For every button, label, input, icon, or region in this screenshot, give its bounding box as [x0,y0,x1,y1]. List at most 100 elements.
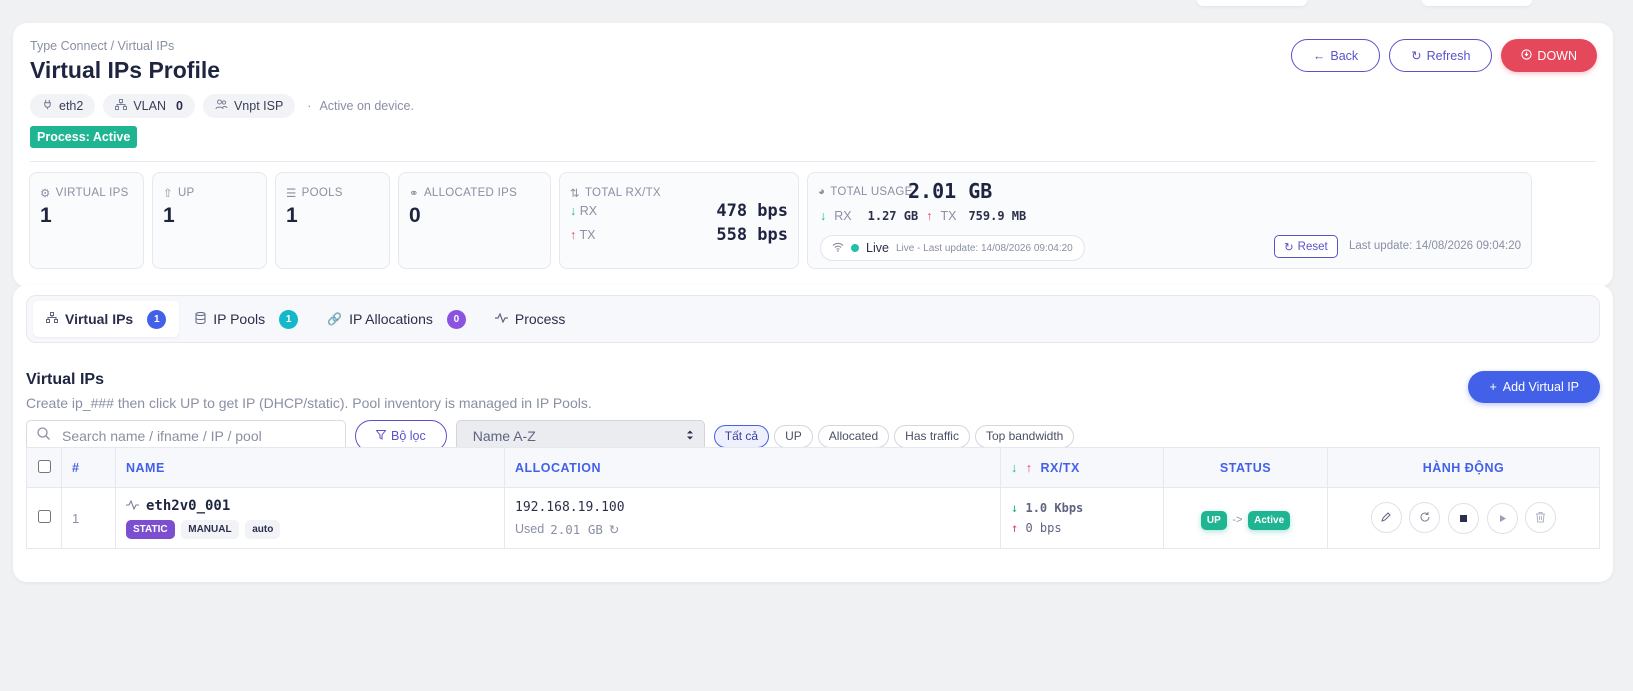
stop-icon [1460,515,1467,523]
trash-icon [1536,512,1546,523]
rx-label: RX [579,204,598,218]
live-indicator: Live Live - Last update: 14/08/2026 09:0… [820,235,1085,261]
filter-chip-allocated[interactable]: Allocated [817,424,890,448]
refresh-button[interactable]: ↻ Refresh [1389,39,1493,72]
top-edge-tab [1422,0,1532,6]
row-name-cell: eth2v0_001 STATIC MANUAL auto [115,487,505,549]
stop-button[interactable] [1448,503,1479,535]
down-label: DOWN [1537,48,1577,63]
database-icon: ☰ [286,188,297,200]
refresh-icon [1420,512,1430,522]
play-icon [1499,515,1506,523]
used-label: Used [515,522,545,536]
vlan-label: VLAN [133,99,166,113]
stat-total-usage: ◕ TOTAL USAGE 2.01 GB ↓ RX 1.27 GB ↑ TX 7… [807,172,1532,269]
vip-name[interactable]: eth2v0_001 [146,498,230,514]
stat-virtual-ips-label: VIRTUAL IPS [55,187,129,199]
select-all-cell [26,447,62,488]
stat-up-label: UP [177,187,195,199]
arrow-up-icon: ↑ [570,228,577,242]
network-icon: ⚙ [40,188,51,200]
tab-process[interactable]: Process [482,301,579,337]
top-edge-tab [1197,0,1307,6]
col-rxtx[interactable]: ↓ ↑ RX/TX [1000,447,1164,488]
delete-button[interactable] [1525,501,1557,533]
filter-chip-all[interactable]: Tất cả [713,424,770,448]
link-icon: 🔗 [327,312,343,326]
stat-label-row: ◕ TOTAL USAGE [818,186,913,198]
edit-button[interactable] [1370,501,1402,533]
stat-label-row: ⚭ ALLOCATED IPS [409,186,517,200]
breadcrumb: Type Connect / Virtual IPs [30,39,175,53]
plus-icon: + [1489,380,1497,394]
col-name[interactable]: NAME [115,447,505,488]
back-button[interactable]: ← Back [1290,39,1381,72]
tag-static: STATIC [126,519,175,539]
stat-rxtx: ⇅ TOTAL RX/TX ↓ RX 478 bps ↑ TX 558 bps [559,172,799,269]
stat-label-row: ⇧ UP [163,186,195,200]
last-update-text: Last update: 14/08/2026 09:04:20 [1348,240,1521,252]
dot-separator: · [307,99,312,113]
refresh-icon: ↻ [1284,241,1294,254]
live-dot [851,244,859,252]
tab-virtual-ips[interactable]: Virtual IPs 1 [33,301,180,337]
virtual-ips-table: # NAME ALLOCATION ↓ ↑ RX/TX STATUS HÀNH … [26,447,1600,549]
tab-ip-pools[interactable]: IP Pools 1 [182,301,311,337]
row-rx-value: 1.0 Kbps [1025,501,1084,515]
tx-value: 558 bps [716,225,788,245]
stat-allocated: ⚭ ALLOCATED IPS 0 [398,172,551,269]
stat-virtual-ips: ⚙ VIRTUAL IPS 1 [29,172,144,269]
filter-chip-has-traffic[interactable]: Has traffic [894,424,970,448]
tab-virtual-ips-label: Virtual IPs [65,311,134,327]
select-all-checkbox[interactable] [37,459,51,473]
chevron-updown-icon [686,428,694,444]
filter-chip-top-bandwidth[interactable]: Top bandwidth [974,424,1075,448]
tab-process-label: Process [514,311,566,327]
arrow-up-icon: ↑ [1025,460,1033,475]
arrow-down-icon: ↓ [570,204,577,218]
stat-usage-value: 2.01 GB [908,179,993,203]
virtual-ips-card: Virtual IPs 1 IP Pools 1 🔗 IP Allocation… [13,285,1613,582]
swap-icon: ⇅ [570,188,580,200]
stat-virtual-ips-value: 1 [40,204,52,227]
status-badge-up: UP [1200,510,1227,530]
tag-auto: auto [245,519,281,539]
row-tx-value: 0 bps [1025,521,1062,535]
tag-manual: MANUAL [181,519,239,539]
restart-button[interactable] [1409,501,1441,533]
page-title: Virtual IPs Profile [30,57,221,83]
stat-allocated-value: 0 [409,204,421,227]
vlan-value: 0 [176,99,183,113]
col-status[interactable]: STATUS [1163,447,1328,488]
arrow-down-icon: ↓ [1011,460,1018,475]
tab-virtual-ips-badge: 1 [147,309,167,329]
down-button[interactable]: DOWN [1501,39,1597,72]
plug-icon [42,99,53,113]
stat-rxtx-label: TOTAL RX/TX [584,187,661,199]
network-icon [115,99,128,113]
refresh-label: Refresh [1426,48,1471,63]
refresh-icon[interactable]: ↻ [609,522,619,537]
row-rx-line: ↓ 1.0 Kbps [1011,501,1153,515]
reset-button[interactable]: ↻ Reset [1274,235,1338,258]
section-description: Create ip_### then click UP to get IP (D… [26,395,592,411]
vip-address: 192.168.19.100 [515,499,625,515]
search-input[interactable] [60,427,330,445]
rx-row: ↓ RX 478 bps [570,201,788,221]
tab-ip-allocations[interactable]: 🔗 IP Allocations 0 [314,301,479,337]
tab-ip-allocations-badge: 0 [446,309,466,329]
filter-chip-up[interactable]: UP [774,424,813,448]
profile-header-card: Type Connect / Virtual IPs Virtual IPs P… [13,23,1613,287]
filter-button-label: Bộ lọc [391,429,426,443]
start-button[interactable] [1486,503,1518,535]
col-actions: HÀNH ĐỘNG [1327,447,1600,488]
row-allocation-cell: 192.168.19.100 Used 2.01 GB ↻ [504,487,1001,549]
table-row[interactable]: 1 eth2v0_001 STATIC MANUAL auto 192.168.… [26,487,1600,549]
col-allocation[interactable]: ALLOCATION [504,447,1001,488]
usage-rx-value: 1.27 GB [867,209,919,223]
row-checkbox[interactable] [37,510,51,523]
refresh-icon: ↻ [1411,49,1422,63]
add-virtual-ip-button[interactable]: + Add Virtual IP [1468,371,1600,403]
activity-icon [126,498,139,513]
wifi-icon [832,242,844,255]
